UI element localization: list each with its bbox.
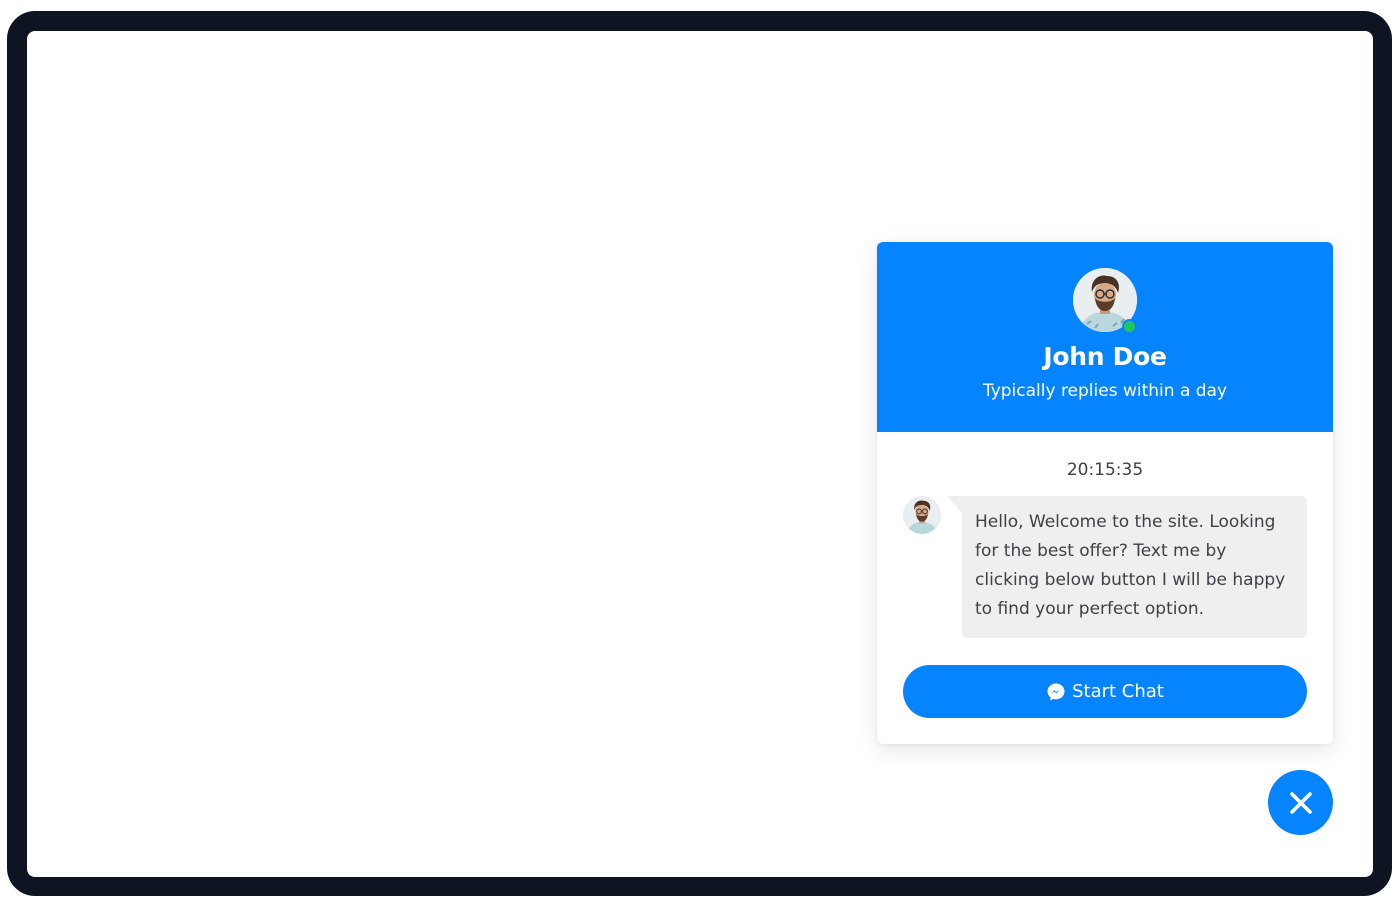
messenger-icon [1046,682,1066,702]
message-bubble: Hello, Welcome to the site. Looking for … [962,496,1307,638]
message-bubble-tail [947,496,963,514]
close-icon [1289,791,1313,815]
start-chat-button[interactable]: Start Chat [903,665,1307,718]
agent-name: John Doe [1043,342,1167,371]
agent-reply-status: Typically replies within a day [982,381,1228,401]
message-timestamp: 20:15:35 [1066,460,1144,480]
agent-avatar [1073,268,1137,334]
agent-photo-small [903,496,941,534]
start-chat-label: Start Chat [1072,681,1164,702]
chat-header: John Doe Typically replies within a day [877,242,1333,432]
close-chat-button[interactable] [1268,770,1333,835]
page-viewport: John Doe Typically replies within a day … [27,31,1373,877]
online-status-dot [1122,319,1137,334]
chat-widget: John Doe Typically replies within a day … [877,242,1333,744]
message-avatar [903,496,941,534]
